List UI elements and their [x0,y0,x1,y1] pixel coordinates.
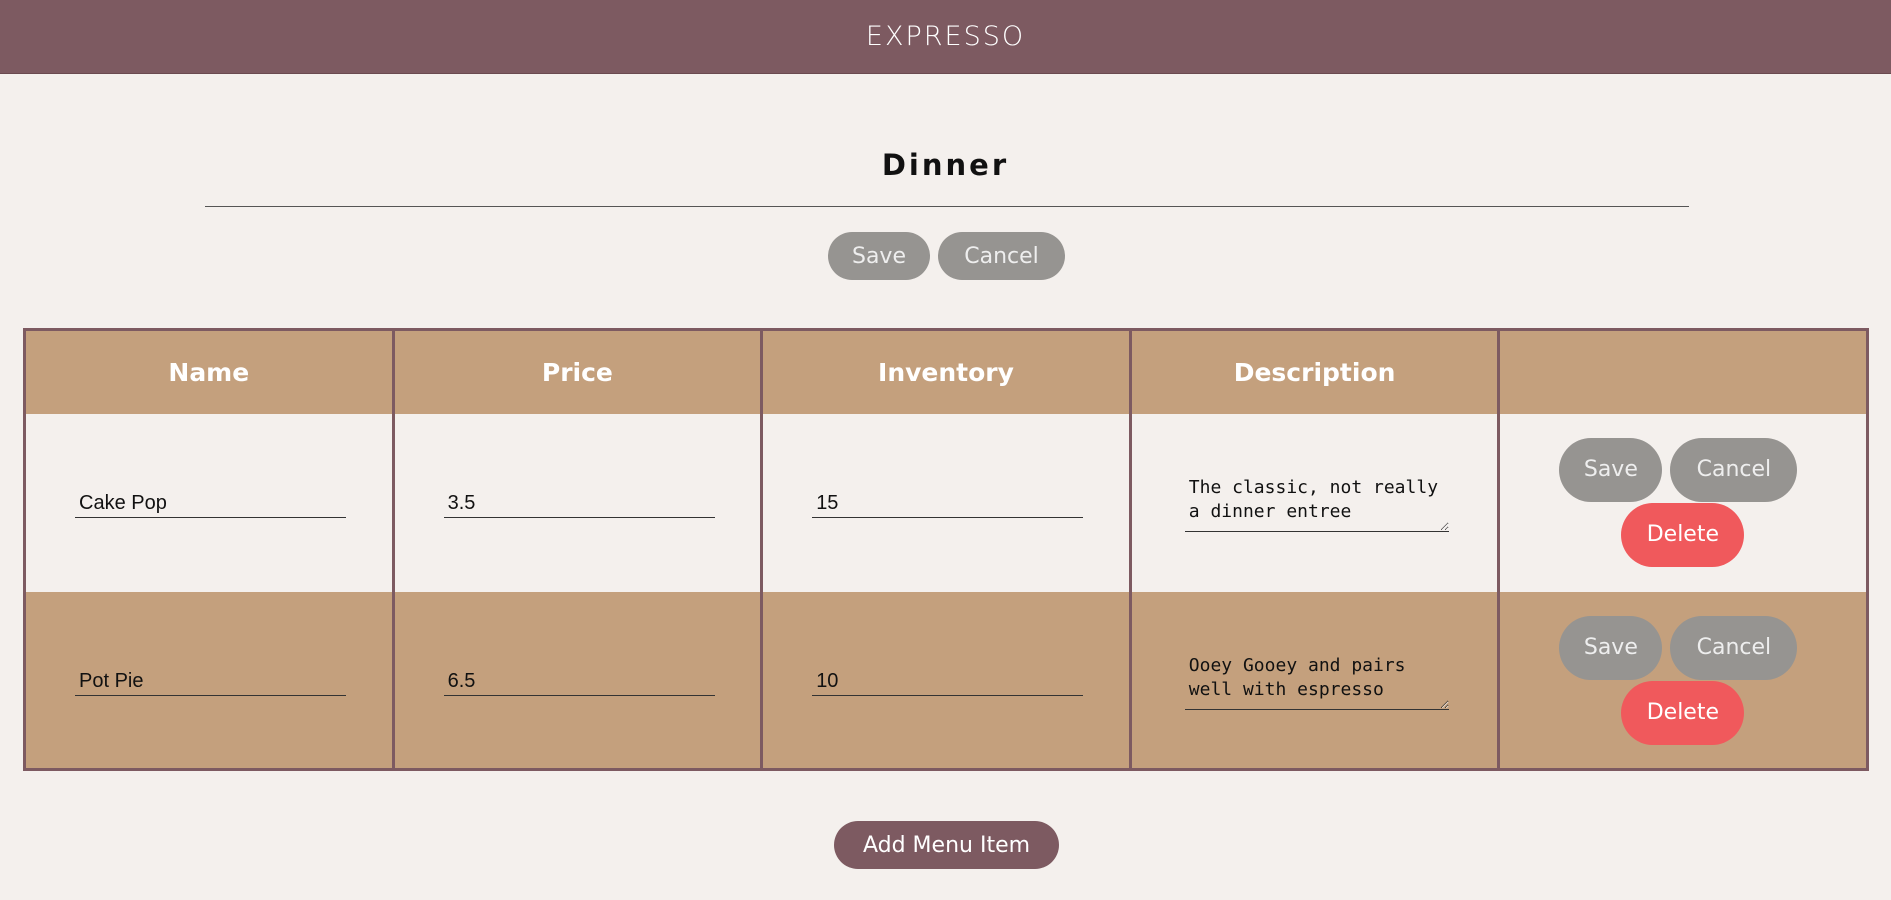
column-header-price: Price [391,329,764,414]
description-textarea[interactable]: Ooey Gooey and pairs well with espresso [1184,653,1449,710]
row-actions: Save Cancel Delete [1500,592,1866,769]
actions-cell: Save Cancel Delete [1497,413,1869,592]
name-input[interactable] [75,667,346,696]
menu-cancel-button[interactable]: Cancel [938,232,1065,280]
price-cell [391,591,764,770]
menu-items-table: Name Price Inventory Description The cla… [23,328,1869,771]
inventory-input[interactable] [812,667,1084,696]
title-divider [205,206,1689,207]
price-cell [391,413,764,592]
column-header-inventory: Inventory [760,329,1132,414]
table-row: Ooey Gooey and pairs well with espresso … [23,591,1869,770]
row-delete-button[interactable]: Delete [1621,502,1745,567]
row-save-button[interactable]: Save [1559,615,1663,680]
row-actions: Save Cancel Delete [1500,414,1866,592]
name-input[interactable] [75,489,346,518]
description-cell: The classic, not really a dinner entree [1128,413,1501,592]
menu-save-button[interactable]: Save [828,232,930,280]
column-header-actions [1497,329,1869,414]
row-cancel-button[interactable]: Cancel [1670,615,1798,680]
column-header-name: Name [23,329,395,414]
page-title: Dinner [881,148,1010,182]
price-input[interactable] [443,489,715,518]
name-cell [23,591,395,770]
row-save-button[interactable]: Save [1559,437,1663,502]
add-menu-item-button[interactable]: Add Menu Item [834,821,1059,869]
description-textarea[interactable]: The classic, not really a dinner entree [1184,475,1449,532]
price-input[interactable] [443,667,715,696]
actions-cell: Save Cancel Delete [1497,591,1869,770]
inventory-input[interactable] [812,489,1084,518]
table-row: The classic, not really a dinner entree … [23,413,1869,592]
row-delete-button[interactable]: Delete [1621,680,1745,745]
table-header-row: Name Price Inventory Description [23,329,1869,414]
inventory-cell [760,591,1132,770]
description-cell: Ooey Gooey and pairs well with espresso [1128,591,1501,770]
name-cell [23,413,395,592]
column-header-description: Description [1128,329,1501,414]
top-nav-bar: EXPRESSO [0,0,1891,74]
inventory-cell [760,413,1132,592]
brand-logo[interactable]: EXPRESSO [866,21,1025,52]
row-cancel-button[interactable]: Cancel [1670,437,1798,502]
